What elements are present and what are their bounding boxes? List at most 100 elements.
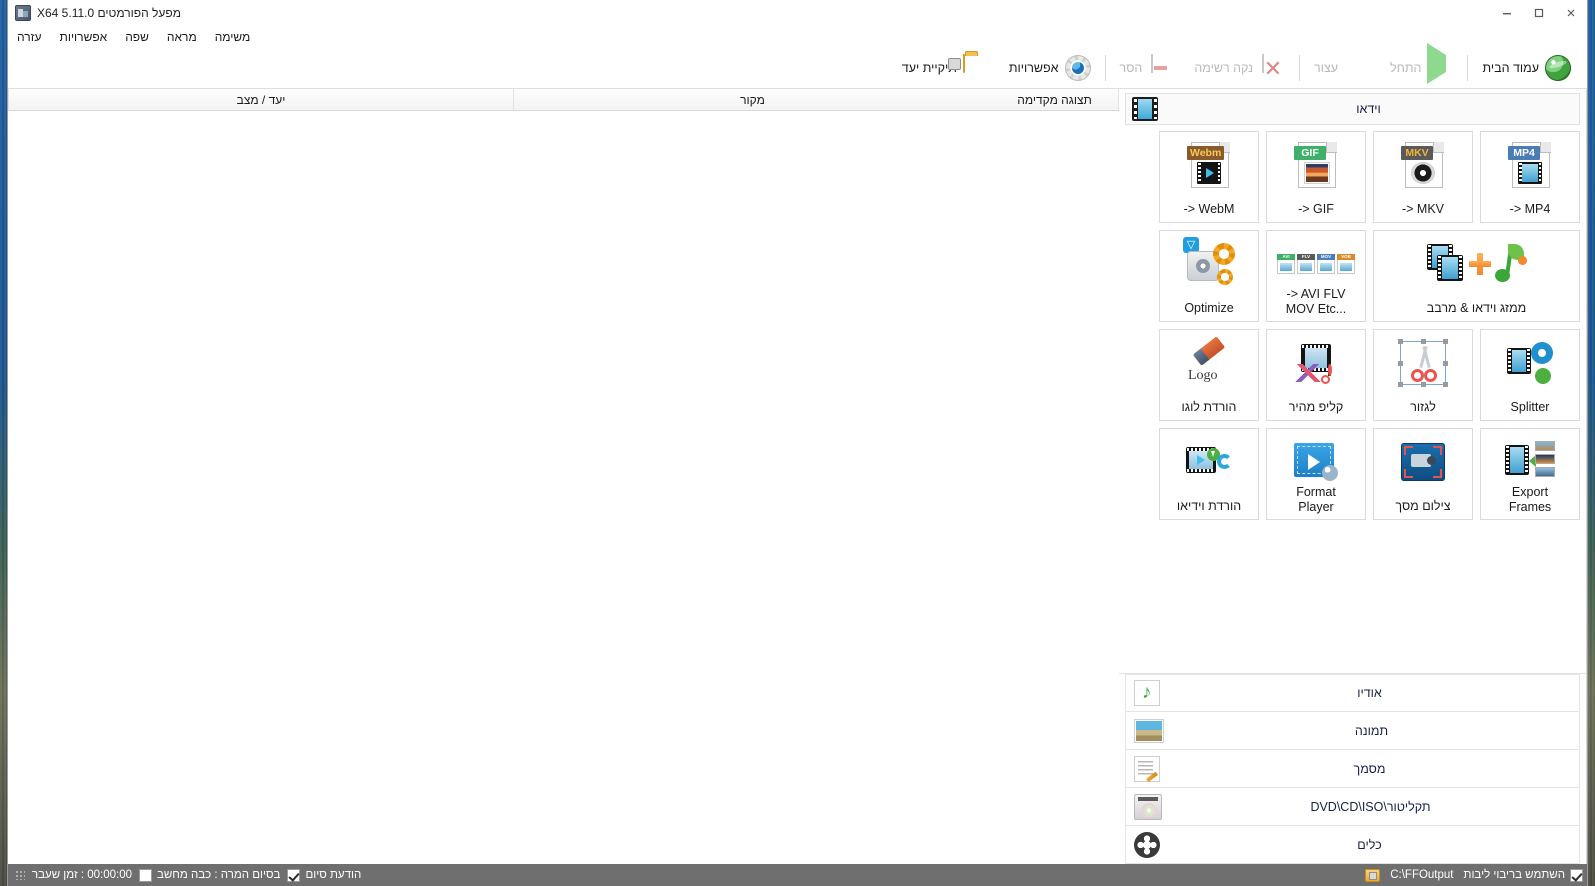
folder-icon (962, 53, 989, 81)
output-folder-icon[interactable] (1365, 868, 1381, 882)
checkbox-icon (139, 868, 153, 882)
tile-crop-label: לגזור (1410, 400, 1436, 414)
tile-download-video-label: הורדת וידיאו (1176, 499, 1242, 513)
screen-capture-icon (1374, 435, 1472, 489)
toolbar-output-folder-button[interactable]: תיקיית יעד (892, 50, 999, 86)
toolbar-stop-label: עצור (1314, 60, 1339, 75)
tile-download-video[interactable]: הורדת וידיאו (1159, 428, 1259, 520)
tile-optimize-label: Optimize (1184, 301, 1234, 315)
category-header-video-label: וידאו (1356, 102, 1381, 116)
multicore-checkbox[interactable]: השתמש בריבוי ליבות (1463, 868, 1583, 882)
optimize-icon: ▽ (1160, 237, 1258, 291)
menu-item-help[interactable]: עזרה (8, 28, 51, 46)
tile-screen-capture-label: צילום מסך (1395, 499, 1451, 513)
tile-convert-webm[interactable]: Webm -> WebM (1159, 131, 1259, 223)
tile-screen-capture[interactable]: צילום מסך (1373, 428, 1473, 520)
tile-convert-mkv[interactable]: MKV -> MKV (1373, 131, 1473, 223)
toolbar-remove-label: הסר (1119, 60, 1143, 75)
quick-clip-icon (1267, 336, 1365, 390)
tile-convert-mp4[interactable]: MP4 -> MP4 (1480, 131, 1580, 223)
category-audio[interactable]: אודיו (1125, 674, 1580, 712)
category-disc[interactable]: תקליטור\DVD\CD\ISO (1125, 788, 1580, 826)
toolbar-stop-button[interactable]: עצור (1304, 50, 1380, 86)
finish-message-checkbox[interactable]: הודעת סיום (287, 868, 362, 882)
menu-item-appearance[interactable]: מראה (158, 28, 206, 46)
menu-item-task[interactable]: משימה (206, 28, 260, 46)
task-list-body[interactable] (8, 111, 1119, 864)
toolbar-start-button[interactable]: התחל (1380, 42, 1463, 86)
tile-export-frames[interactable]: Export Frames (1480, 428, 1580, 520)
gear-icon (1064, 54, 1091, 81)
toolbar-clear-list-label: נקה רשימה (1194, 60, 1254, 75)
category-tools-label: כלים (1357, 837, 1382, 852)
tile-convert-mp4-label: -> MP4 (1509, 202, 1551, 216)
export-frames-icon (1481, 435, 1579, 489)
tile-video-joiner-mux[interactable]: ממזג וידאו & מרבב (1373, 230, 1580, 322)
toolbar-options-button[interactable]: אפשרויות (999, 50, 1101, 86)
category-document-label: מסמך (1353, 761, 1386, 776)
toolbar-remove-button[interactable]: הסר (1110, 50, 1185, 86)
menu-item-language[interactable]: שפה (116, 28, 158, 46)
webm-file-icon: Webm (1160, 138, 1258, 192)
finish-message-label: הודעת סיום (305, 869, 362, 881)
remove-icon (1148, 53, 1174, 81)
download-video-icon (1160, 435, 1258, 489)
plus-icon (1468, 253, 1491, 275)
category-document[interactable]: מסמך (1125, 750, 1580, 788)
tile-row: ממזג וידאו & מרבב AVI FLV MOV VOB -> AVI… (1125, 230, 1580, 322)
toolbar: עמוד הבית התחל עצור ✕ נקה רשימה הסר אפשר… (8, 42, 1587, 89)
category-image[interactable]: תמונה (1125, 712, 1580, 750)
music-note-icon (1493, 244, 1527, 284)
tile-crop[interactable]: לגזור (1373, 329, 1473, 421)
tile-convert-gif[interactable]: GIF -> GIF (1266, 131, 1366, 223)
crop-icon (1374, 336, 1472, 390)
format-factory-window: מפעל הפורמטים X64 5.11.0 משימה מראה שפה … (8, 0, 1587, 886)
mp4-badge: MP4 (1508, 146, 1540, 160)
mkv-badge: MKV (1401, 146, 1433, 160)
tile-export-frames-label: Export Frames (1508, 485, 1552, 514)
resize-grip-icon[interactable] (15, 870, 25, 880)
film-icon (1132, 97, 1158, 121)
toolbar-home-label: עמוד הבית (1482, 60, 1539, 75)
toolbar-separator (1299, 54, 1301, 81)
checkbox-icon (1570, 868, 1583, 882)
tile-splitter[interactable]: Splitter (1480, 329, 1580, 421)
minimize-button[interactable] (1491, 0, 1523, 26)
shutdown-label: בסיום המרה : כבה מחשב (157, 869, 281, 881)
column-source[interactable]: מקור (513, 89, 991, 110)
window-controls (1491, 0, 1587, 26)
category-image-label: תמונה (1354, 723, 1389, 738)
tile-quick-clip[interactable]: קליפ מהיר (1266, 329, 1366, 421)
column-preview[interactable]: תצוגה מקדימה (991, 89, 1119, 110)
globe-icon (1545, 54, 1571, 81)
menu-item-options[interactable]: אפשרויות (51, 28, 117, 46)
tile-optimize[interactable]: ▽ Optimize (1159, 230, 1259, 322)
tile-convert-avi-flv-mov[interactable]: AVI FLV MOV VOB -> AVI FLV MOV Etc... (1266, 230, 1366, 322)
tile-row: Export Frames צילום מסך Format Player הו… (1125, 428, 1580, 520)
checkbox-icon (287, 868, 301, 882)
toolbar-clear-list-button[interactable]: ✕ נקה רשימה (1184, 50, 1295, 86)
eraser-logo-icon: Logo (1160, 336, 1258, 390)
tile-row: MP4 -> MP4 MKV -> MKV GIF -> GIF Webm ->… (1125, 131, 1580, 223)
category-header-video[interactable]: וידאו (1125, 93, 1580, 125)
tile-video-joiner-mux-label: ממזג וידאו & מרבב (1426, 301, 1527, 315)
audio-icon (1134, 680, 1160, 706)
close-button[interactable] (1555, 0, 1587, 26)
toolbar-start-label: התחל (1390, 60, 1422, 75)
menu-bar: משימה מראה שפה אפשרויות עזרה (8, 26, 1587, 47)
status-bar: 00:00:00 : זמן שעבר בסיום המרה : כבה מחש… (8, 864, 1587, 886)
stop-icon (1344, 55, 1370, 81)
task-list-panel: תצוגה מקדימה מקור יעד / מצב (8, 89, 1119, 864)
window-title: מפעל הפורמטים X64 5.11.0 (37, 6, 181, 20)
column-target-status[interactable]: יעד / מצב (8, 89, 513, 110)
title-bar: מפעל הפורמטים X64 5.11.0 (8, 0, 1587, 26)
multicore-label: השתמש בריבוי ליבות (1463, 869, 1566, 881)
tools-icon (1134, 831, 1160, 858)
tile-row: Splitter לגזור קליפ מהיר Logo הורדת לוגו (1125, 329, 1580, 421)
toolbar-home-button[interactable]: עמוד הבית (1472, 50, 1581, 86)
tile-remove-logo[interactable]: Logo הורדת לוגו (1159, 329, 1259, 421)
maximize-button[interactable] (1523, 0, 1555, 26)
tile-format-player[interactable]: Format Player (1266, 428, 1366, 520)
category-tools[interactable]: כלים (1125, 826, 1580, 864)
shutdown-checkbox[interactable]: בסיום המרה : כבה מחשב (139, 868, 281, 882)
